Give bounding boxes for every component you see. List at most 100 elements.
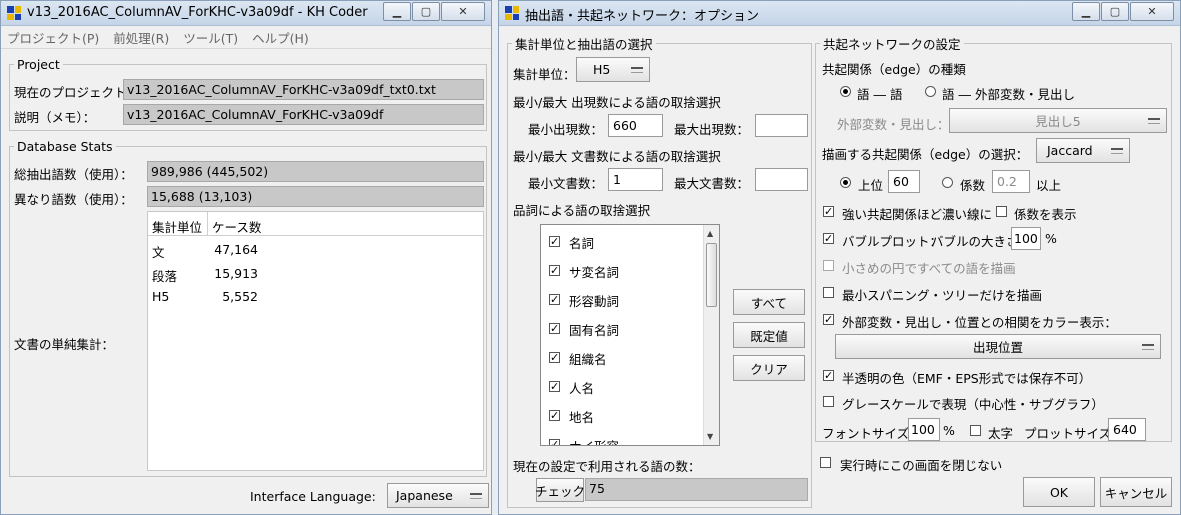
bold-label: 太字 bbox=[988, 426, 1014, 441]
dropdown-arrow-icon bbox=[1142, 344, 1154, 350]
color-corr-checkbox[interactable]: ✓ bbox=[823, 314, 834, 325]
small-circle-checkbox[interactable] bbox=[823, 260, 834, 271]
table-row-count: 15,913 bbox=[214, 266, 258, 281]
edge-word-word-label: 語 ― 語 bbox=[857, 87, 903, 102]
bold-checkbox[interactable] bbox=[970, 425, 981, 436]
maximize-button[interactable]: ▢ bbox=[1101, 2, 1129, 21]
total-words-field[interactable]: 989,986 (445,502) bbox=[147, 161, 484, 182]
maximize-button[interactable]: ▢ bbox=[412, 2, 440, 21]
above-label: 以上 bbox=[1036, 178, 1062, 193]
edge-type-label: 共起関係（edge）の種類 bbox=[822, 62, 966, 77]
close-button[interactable]: ✕ bbox=[441, 2, 485, 21]
bubble-size-percent: % bbox=[1045, 231, 1057, 246]
interface-language-value: Japanese bbox=[396, 488, 453, 503]
min-doc-input[interactable]: 1 bbox=[608, 168, 663, 191]
memo-label: 説明（メモ）： bbox=[14, 110, 96, 125]
distinct-words-field[interactable]: 15,688 (13,103) bbox=[147, 186, 484, 207]
draw-edge-select[interactable]: Jaccard bbox=[1036, 138, 1130, 163]
pos-list[interactable]: ✓ 名詞 ✓ サ変名詞 ✓ 形容動詞 ✓ 固有名詞 ✓ 組織名 ✓ 人名 ✓ 地名 ✓ ナイ形容… bbox=[540, 224, 720, 446]
check-button[interactable]: チェック bbox=[535, 478, 585, 502]
interface-language-select[interactable]: Japanese bbox=[387, 483, 489, 508]
ok-button[interactable]: OK bbox=[1023, 477, 1095, 507]
thick-lines-checkbox[interactable]: ✓ bbox=[823, 206, 834, 217]
color-corr-select[interactable]: 出現位置 bbox=[835, 334, 1161, 359]
table-header-unit[interactable]: 集計単位 bbox=[148, 212, 208, 236]
table-row-unit: H5 bbox=[152, 289, 170, 304]
max-freq-input[interactable] bbox=[755, 114, 808, 137]
font-size-label: フォントサイズ： bbox=[822, 426, 922, 441]
menu-help[interactable]: ヘルプ(H) bbox=[252, 28, 309, 47]
document-count-table[interactable]: 集計単位 ケース数 文 47,164 段落 15,913 H5 5,552 bbox=[147, 211, 484, 471]
minimize-button[interactable]: ▁ bbox=[1072, 2, 1100, 21]
show-coef-checkbox[interactable] bbox=[996, 206, 1007, 217]
coef-input[interactable]: 0.2 bbox=[992, 170, 1030, 193]
default-button[interactable]: 既定値 bbox=[733, 322, 805, 348]
close-on-run-checkbox[interactable] bbox=[820, 457, 831, 468]
clear-button[interactable]: クリア bbox=[733, 355, 805, 381]
checkbox[interactable]: ✓ bbox=[549, 410, 560, 421]
scroll-up-icon[interactable]: ▲ bbox=[707, 229, 713, 238]
dropdown-arrow-icon bbox=[1148, 118, 1160, 124]
bubble-plot-checkbox[interactable]: ✓ bbox=[823, 233, 834, 244]
top-n-radio[interactable] bbox=[840, 177, 851, 188]
translucent-checkbox[interactable]: ✓ bbox=[823, 370, 834, 381]
unit-select[interactable]: H5 bbox=[576, 57, 650, 82]
checkbox[interactable]: ✓ bbox=[549, 352, 560, 363]
checkbox[interactable]: ✓ bbox=[549, 439, 560, 445]
pos-heading: 品詞による語の取捨選択 bbox=[513, 203, 651, 218]
pos-list-scrollbar[interactable]: ▲ ▼ bbox=[703, 225, 719, 445]
close-button[interactable]: ✕ bbox=[1130, 2, 1174, 21]
close-on-run-label: 実行時にこの画面を閉じない bbox=[840, 458, 1003, 473]
top-n-input[interactable]: 60 bbox=[888, 170, 920, 193]
scrollbar-thumb[interactable] bbox=[706, 243, 717, 307]
checkbox[interactable]: ✓ bbox=[549, 294, 560, 305]
current-project-field[interactable]: v13_2016AC_ColumnAV_ForKHC-v3a09df_txt0.… bbox=[123, 79, 484, 100]
edge-word-word-radio[interactable] bbox=[840, 86, 851, 97]
kh-coder-app-icon bbox=[7, 6, 21, 20]
menu-preprocess[interactable]: 前処理(R) bbox=[113, 28, 169, 47]
table-header-count[interactable]: ケース数 bbox=[208, 212, 483, 236]
checkbox[interactable]: ✓ bbox=[549, 381, 560, 392]
plot-size-input[interactable]: 640 bbox=[1108, 418, 1146, 441]
coef-label: 係数 bbox=[960, 178, 986, 193]
draw-edge-value: Jaccard bbox=[1047, 143, 1093, 158]
bubble-plot-label: バブルプロット： bbox=[842, 234, 943, 249]
color-corr-label: 外部変数・見出し・位置との相関をカラー表示： bbox=[842, 315, 1117, 330]
ext-var-select[interactable]: 見出し5 bbox=[949, 108, 1167, 133]
memo-field[interactable]: v13_2016AC_ColumnAV_ForKHC-v3a09df bbox=[123, 104, 484, 125]
coef-radio[interactable] bbox=[942, 177, 953, 188]
checkbox[interactable]: ✓ bbox=[549, 323, 560, 334]
edge-word-ext-radio[interactable] bbox=[925, 86, 936, 97]
small-circle-label: 小さめの円ですべての語を描画 bbox=[842, 261, 1016, 276]
kh-coder-main-window: v13_2016AC_ColumnAV_ForKHC-v3a09df - KH … bbox=[0, 0, 492, 515]
mst-checkbox[interactable] bbox=[823, 287, 834, 298]
ext-var-label: 外部変数・見出し： bbox=[837, 117, 950, 132]
font-size-input[interactable]: 100 bbox=[908, 418, 940, 441]
options-titlebar[interactable]: 抽出語・共起ネットワーク：オプション ▁ ▢ ✕ bbox=[499, 1, 1180, 26]
menu-project[interactable]: プロジェクト(P) bbox=[7, 28, 99, 47]
min-freq-input[interactable]: 660 bbox=[608, 114, 663, 137]
font-size-percent: % bbox=[943, 423, 955, 438]
list-item-label: 地名 bbox=[569, 410, 595, 425]
checkbox[interactable]: ✓ bbox=[549, 265, 560, 276]
max-freq-label: 最大出現数： bbox=[674, 122, 750, 137]
unit-selection-legend: 集計単位と抽出語の選択 bbox=[515, 37, 653, 52]
main-menubar: プロジェクト(P) 前処理(R) ツール(T) ヘルプ(H) bbox=[1, 26, 491, 49]
scroll-down-icon[interactable]: ▼ bbox=[707, 432, 713, 441]
mst-label: 最小スパニング・ツリーだけを描画 bbox=[842, 288, 1043, 303]
max-doc-input[interactable] bbox=[755, 168, 808, 191]
menu-tools[interactable]: ツール(T) bbox=[183, 28, 238, 47]
kh-coder-app-icon bbox=[505, 6, 519, 20]
main-titlebar[interactable]: v13_2016AC_ColumnAV_ForKHC-v3a09df - KH … bbox=[1, 1, 491, 26]
doc-heading: 最小/最大 文書数による語の取捨選択 bbox=[513, 149, 721, 164]
minimize-button[interactable]: ▁ bbox=[383, 2, 411, 21]
grayscale-label: グレースケールで表現（中心性・サブグラフ） bbox=[842, 397, 1104, 412]
network-settings-legend: 共起ネットワークの設定 bbox=[823, 37, 961, 52]
bubble-size-input[interactable]: 100 bbox=[1011, 227, 1041, 250]
grayscale-checkbox[interactable] bbox=[823, 396, 834, 407]
cancel-button[interactable]: キャンセル bbox=[1100, 477, 1172, 507]
select-all-button[interactable]: すべて bbox=[733, 289, 805, 315]
top-label: 上位 bbox=[858, 178, 884, 193]
distinct-words-label: 異なり語数（使用）： bbox=[14, 192, 133, 207]
checkbox[interactable]: ✓ bbox=[549, 236, 560, 247]
